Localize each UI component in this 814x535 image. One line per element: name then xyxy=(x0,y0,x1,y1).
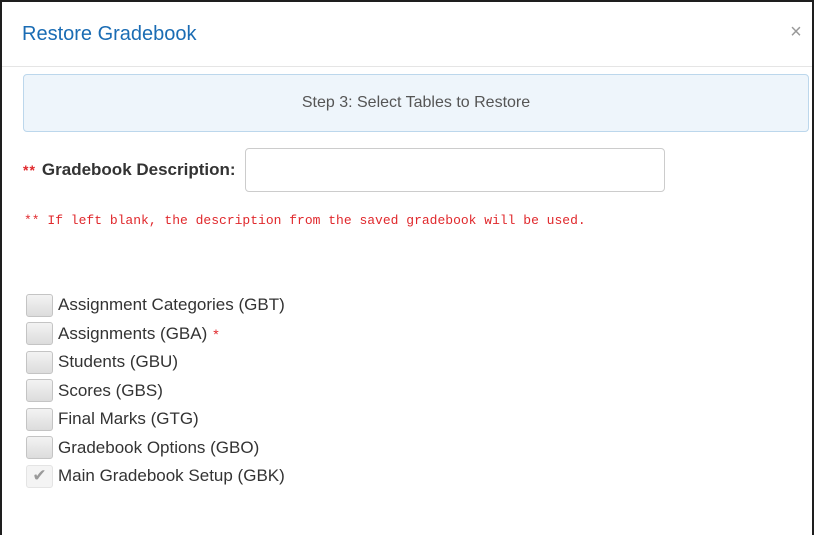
step-banner: Step 3: Select Tables to Restore xyxy=(23,74,809,132)
dialog-header: Restore Gradebook × xyxy=(2,2,812,67)
step-text: Step 3: Select Tables to Restore xyxy=(301,94,531,111)
table-option[interactable]: Assignment Categories (GBT) xyxy=(26,291,285,320)
table-option[interactable]: Scores (GBS) xyxy=(26,377,285,406)
description-row: ** Gradebook Description: xyxy=(23,148,665,192)
table-option-label: Main Gradebook Setup (GBK) xyxy=(58,466,285,486)
table-option[interactable]: Assignments (GBA) * xyxy=(26,320,285,349)
description-input[interactable] xyxy=(244,148,665,192)
checkbox[interactable] xyxy=(26,436,53,460)
table-option-label: Assignment Categories (GBT) xyxy=(58,295,285,315)
description-label: Gradebook Description: xyxy=(41,160,236,179)
table-option-label: Scores (GBS) xyxy=(58,380,163,400)
checkbox[interactable] xyxy=(26,350,53,374)
table-checklist: Assignment Categories (GBT) Assignments (… xyxy=(26,291,285,491)
dialog-title: Restore Gradebook xyxy=(22,23,197,45)
table-option[interactable]: ✔ Main Gradebook Setup (GBK) xyxy=(26,462,285,491)
table-option-label: Assignments (GBA) xyxy=(58,323,208,343)
table-option-label: Students (GBU) xyxy=(58,352,178,372)
table-option-label: Final Marks (GTG) xyxy=(58,409,199,429)
checkbox[interactable] xyxy=(26,407,53,431)
table-option[interactable]: Final Marks (GTG) xyxy=(26,405,285,434)
checkbox[interactable]: ✔ xyxy=(26,464,53,488)
restore-gradebook-dialog: Restore Gradebook × Step 3: Select Table… xyxy=(0,0,814,535)
checkbox[interactable] xyxy=(26,293,53,317)
table-option-label: Gradebook Options (GBO) xyxy=(58,437,260,457)
checkmark-icon: ✔ xyxy=(32,466,47,486)
table-option[interactable]: Gradebook Options (GBO) xyxy=(26,434,285,463)
close-icon[interactable]: × xyxy=(786,22,806,42)
required-marker: * xyxy=(213,325,219,342)
table-option[interactable]: Students (GBU) xyxy=(26,348,285,377)
required-marker: ** xyxy=(23,162,36,178)
checkbox[interactable] xyxy=(26,322,53,346)
blank-description-note: ** If left blank, the description from t… xyxy=(24,213,586,228)
checkbox[interactable] xyxy=(26,379,53,403)
